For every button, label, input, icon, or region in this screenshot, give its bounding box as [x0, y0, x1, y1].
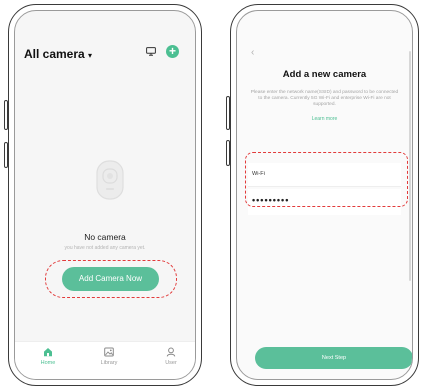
learn-more-link[interactable]: Learn more	[237, 116, 412, 122]
add-icon[interactable]: +	[166, 45, 179, 58]
home-icon	[44, 348, 52, 357]
empty-state-title: No camera	[84, 232, 126, 242]
library-icon	[104, 347, 114, 357]
back-icon[interactable]: ‹	[251, 47, 254, 58]
page-title: Add a new camera	[282, 69, 367, 80]
phone-frame-home: All camera ▾ + No camera you have not ad…	[8, 4, 202, 386]
highlight-annotation	[45, 260, 177, 298]
monitor-icon[interactable]	[146, 47, 156, 56]
tab-library[interactable]: Library	[89, 347, 129, 366]
camera-selector[interactable]: All camera ▾	[24, 47, 92, 61]
page-title: All camera	[24, 47, 85, 61]
highlight-annotation	[245, 152, 408, 207]
tab-user[interactable]: User	[151, 347, 191, 366]
tab-library-label: Library	[100, 360, 118, 366]
scrollbar[interactable]	[409, 51, 411, 281]
instructions-text: Please enter the network name(SSID) and …	[250, 90, 399, 108]
empty-state-subtitle: you have not added any camera yet.	[64, 245, 146, 251]
tab-user-label: User	[165, 360, 177, 366]
home-screen: All camera ▾ + No camera you have not ad…	[14, 10, 196, 380]
tab-home[interactable]: Home	[28, 347, 68, 366]
next-step-button[interactable]: Next Step	[255, 347, 412, 369]
tab-home-label: Home	[40, 360, 56, 366]
bottom-tab-bar: Home Library User	[15, 341, 195, 379]
camera-placeholder-icon	[96, 160, 124, 200]
user-icon	[166, 347, 176, 357]
dropdown-caret-icon: ▾	[88, 51, 93, 60]
